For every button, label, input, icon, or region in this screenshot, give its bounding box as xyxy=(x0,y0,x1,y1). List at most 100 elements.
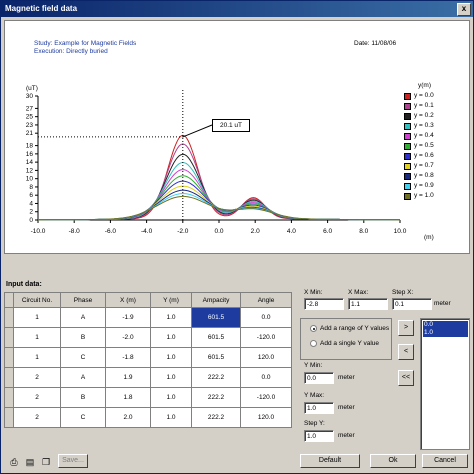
cell-angle[interactable]: 0.0 xyxy=(240,367,292,388)
table-row[interactable]: 2 B 1.8 1.0 222.2 -120.0 xyxy=(4,387,292,408)
col-header-x[interactable]: X (m) xyxy=(105,292,151,308)
callout-leader xyxy=(182,124,213,138)
cell-x[interactable]: -2.0 xyxy=(105,327,151,348)
cell-y[interactable]: 1.0 xyxy=(150,367,192,388)
y-values-list[interactable]: 0.0 1.0 xyxy=(420,318,470,450)
print-preview-icon[interactable]: ▤ xyxy=(24,456,36,468)
list-item[interactable]: 1.0 xyxy=(423,329,468,337)
series-line xyxy=(38,134,400,221)
cell-ampacity[interactable]: 222.2 xyxy=(191,367,241,388)
y-tick-label: 0 xyxy=(29,217,33,224)
cell-circuit[interactable]: 1 xyxy=(13,327,61,348)
table-row[interactable]: 1 B -2.0 1.0 601.5 -120.0 xyxy=(4,327,292,348)
series-line xyxy=(38,195,400,221)
table-row[interactable]: 1 A -1.9 1.0 601.5 0.0 xyxy=(4,307,292,328)
default-button[interactable]: Default xyxy=(300,454,360,468)
cell-angle[interactable]: 120.0 xyxy=(240,407,292,428)
cell-y[interactable]: 1.0 xyxy=(150,407,192,428)
cell-ampacity[interactable]: 222.2 xyxy=(191,407,241,428)
cell-phase[interactable]: B xyxy=(60,387,106,408)
cell-x[interactable]: 2.0 xyxy=(105,407,151,428)
cell-circuit[interactable]: 2 xyxy=(13,387,61,408)
legend-title: y(m) xyxy=(418,82,431,89)
cell-phase[interactable]: C xyxy=(60,407,106,428)
legend-swatch xyxy=(404,103,411,110)
col-header-phase[interactable]: Phase xyxy=(60,292,106,308)
radio-single-y[interactable] xyxy=(310,340,317,347)
cell-circuit[interactable]: 1 xyxy=(13,347,61,368)
legend-label: y = 0.5 xyxy=(414,142,434,149)
legend-swatch xyxy=(404,193,411,200)
cell-angle[interactable]: 0.0 xyxy=(240,307,292,328)
col-header-circuit[interactable]: Circuit No. xyxy=(13,292,61,308)
cell-x[interactable]: -1.9 xyxy=(105,307,151,328)
col-header-angle[interactable]: Angle xyxy=(240,292,292,308)
cell-ampacity[interactable]: 601.5 xyxy=(191,307,241,328)
x-tick-label: -6.0 xyxy=(105,228,117,235)
cell-ampacity[interactable]: 222.2 xyxy=(191,387,241,408)
cell-circuit[interactable]: 2 xyxy=(13,367,61,388)
legend-label: y = 0.7 xyxy=(414,162,434,169)
y-tick-label: 14 xyxy=(26,159,34,166)
title-bar[interactable]: Magnetic field data x xyxy=(1,1,473,17)
cell-angle[interactable]: -120.0 xyxy=(240,387,292,408)
table-row[interactable]: 2 C 2.0 1.0 222.2 120.0 xyxy=(4,407,292,428)
cell-x[interactable]: -1.8 xyxy=(105,347,151,368)
col-header-ampacity[interactable]: Ampacity xyxy=(191,292,241,308)
legend-label: y = 0.1 xyxy=(414,102,434,109)
radio-range-y[interactable] xyxy=(310,325,317,332)
list-item[interactable]: 0.0 xyxy=(423,321,468,329)
cell-phase[interactable]: C xyxy=(60,347,106,368)
row-header[interactable] xyxy=(4,327,14,348)
cell-angle[interactable]: -120.0 xyxy=(240,327,292,348)
cell-y[interactable]: 1.0 xyxy=(150,307,192,328)
ymax-unit: meter xyxy=(338,404,355,411)
cell-circuit[interactable]: 1 xyxy=(13,307,61,328)
cell-x[interactable]: 1.9 xyxy=(105,367,151,388)
cell-phase[interactable]: A xyxy=(60,367,106,388)
xmax-input[interactable]: 1.1 xyxy=(348,298,388,310)
ymin-input[interactable]: 0.0 xyxy=(304,372,334,384)
row-header[interactable] xyxy=(4,307,14,328)
remove-all-button[interactable]: << xyxy=(398,370,414,386)
x-unit-label: (m) xyxy=(424,234,434,241)
cell-phase[interactable]: B xyxy=(60,327,106,348)
legend-label: y = 0.9 xyxy=(414,182,434,189)
close-button[interactable]: x xyxy=(457,3,471,16)
print-icon[interactable]: ⎙ xyxy=(8,456,20,468)
row-header[interactable] xyxy=(4,347,14,368)
radio-range-label[interactable]: Add a range of Y values xyxy=(320,325,389,332)
cell-circuit[interactable]: 2 xyxy=(13,407,61,428)
row-header[interactable] xyxy=(4,387,14,408)
x-tick-label: -10.0 xyxy=(31,228,46,235)
col-header-y[interactable]: Y (m) xyxy=(150,292,192,308)
cell-angle[interactable]: 120.0 xyxy=(240,347,292,368)
cell-ampacity[interactable]: 601.5 xyxy=(191,347,241,368)
row-header[interactable] xyxy=(4,407,14,428)
radio-single-label[interactable]: Add a single Y value xyxy=(320,340,379,347)
xmin-input[interactable]: -2.8 xyxy=(304,298,344,310)
cancel-button[interactable]: Cancel xyxy=(422,454,468,468)
cell-y[interactable]: 1.0 xyxy=(150,387,192,408)
table-row[interactable]: 1 C -1.8 1.0 601.5 120.0 xyxy=(4,347,292,368)
ok-button[interactable]: Ok xyxy=(370,454,416,468)
cell-ampacity[interactable]: 601.5 xyxy=(191,327,241,348)
remove-left-button[interactable]: < xyxy=(398,344,414,360)
row-header-corner xyxy=(4,292,14,308)
legend-label: y = 0.4 xyxy=(414,132,434,139)
row-header[interactable] xyxy=(4,367,14,388)
y-tick-label: 27 xyxy=(26,105,34,112)
ymax-input[interactable]: 1.0 xyxy=(304,402,334,414)
stepx-unit: meter xyxy=(434,300,451,307)
stepy-input[interactable]: 1.0 xyxy=(304,430,334,442)
add-right-button[interactable]: > xyxy=(398,320,414,336)
save-button[interactable]: Save... xyxy=(58,454,88,468)
cell-y[interactable]: 1.0 xyxy=(150,347,192,368)
table-row[interactable]: 2 A 1.9 1.0 222.2 0.0 xyxy=(4,367,292,388)
cell-x[interactable]: 1.8 xyxy=(105,387,151,408)
cell-y[interactable]: 1.0 xyxy=(150,327,192,348)
copy-icon[interactable]: ❐ xyxy=(40,456,52,468)
stepx-input[interactable]: 0.1 xyxy=(392,298,432,310)
cell-phase[interactable]: A xyxy=(60,307,106,328)
legend-label: y = 0.3 xyxy=(414,122,434,129)
